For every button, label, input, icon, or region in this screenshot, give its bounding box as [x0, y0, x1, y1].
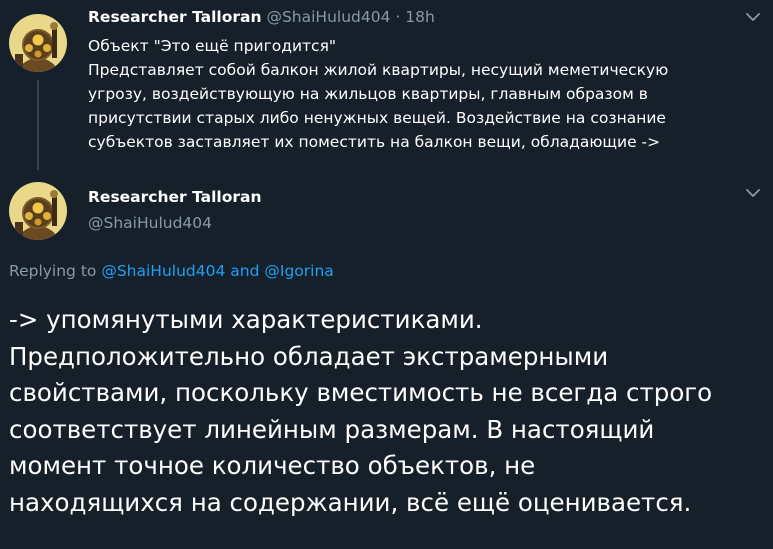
- author-name[interactable]: Researcher Talloran: [88, 8, 262, 26]
- tweet-text-line: Объект "Это ещё пригодится": [88, 37, 337, 55]
- mention-link[interactable]: @ShaiHulud404: [101, 262, 225, 280]
- tweet-header: Researcher Talloran @ShaiHulud404 · 18h: [88, 6, 435, 28]
- tweet-text-line: присутствии старых либо ненужных вещей. …: [88, 109, 666, 127]
- tweet-text-line: момент точное количество объектов, не: [9, 451, 536, 480]
- mention-link[interactable]: @Igorina: [264, 262, 333, 280]
- tweet-time[interactable]: 18h: [405, 8, 435, 26]
- avatar[interactable]: [9, 14, 67, 72]
- tweet-text-line: соответствует линейным размерам. В насто…: [9, 414, 655, 444]
- author-handle[interactable]: @ShaiHulud404: [266, 8, 390, 26]
- thread-connector: [37, 80, 39, 170]
- replying-prefix: Replying to: [9, 262, 97, 280]
- tweet-text-line: Представляет собой балкон жилой квартиры…: [88, 61, 669, 79]
- tweet-text-line: субъектов заставляет их поместить на бал…: [88, 133, 661, 151]
- author-name-row: Researcher Talloran: [88, 186, 262, 208]
- big-daddy-avatar-icon: [9, 14, 67, 72]
- tweet-text: -> упомянутыми характеристиками. Предпол…: [9, 302, 769, 521]
- tweet-text-line: Предположительно обладает экстрамерными: [9, 341, 609, 371]
- tweet-text-line: угрозу, воздействующую на жильцов кварти…: [88, 85, 648, 103]
- replying-conjunction: and: [230, 262, 260, 280]
- separator-dot: ·: [395, 8, 401, 26]
- tweet-text-line: находящихся на содержании, всё ещё оцени…: [9, 487, 692, 517]
- big-daddy-avatar-icon: [9, 182, 67, 240]
- chevron-down-icon[interactable]: [743, 10, 763, 24]
- tweet-thread: Researcher Talloran @ShaiHulud404 · 18h …: [0, 0, 773, 549]
- replying-to: Replying to @ShaiHulud404 and @Igorina: [9, 260, 334, 282]
- tweet-text-line: -> упомянутыми характеристиками.: [9, 305, 483, 334]
- tweet-text: Объект "Это ещё пригодится" Представляет…: [88, 34, 748, 154]
- tweet-text-line: свойствами, поскольку вместимость не все…: [9, 378, 713, 407]
- chevron-down-icon[interactable]: [743, 186, 763, 200]
- author-handle[interactable]: @ShaiHulud404: [88, 212, 212, 234]
- avatar[interactable]: [9, 182, 67, 240]
- author-name[interactable]: Researcher Talloran: [88, 188, 262, 206]
